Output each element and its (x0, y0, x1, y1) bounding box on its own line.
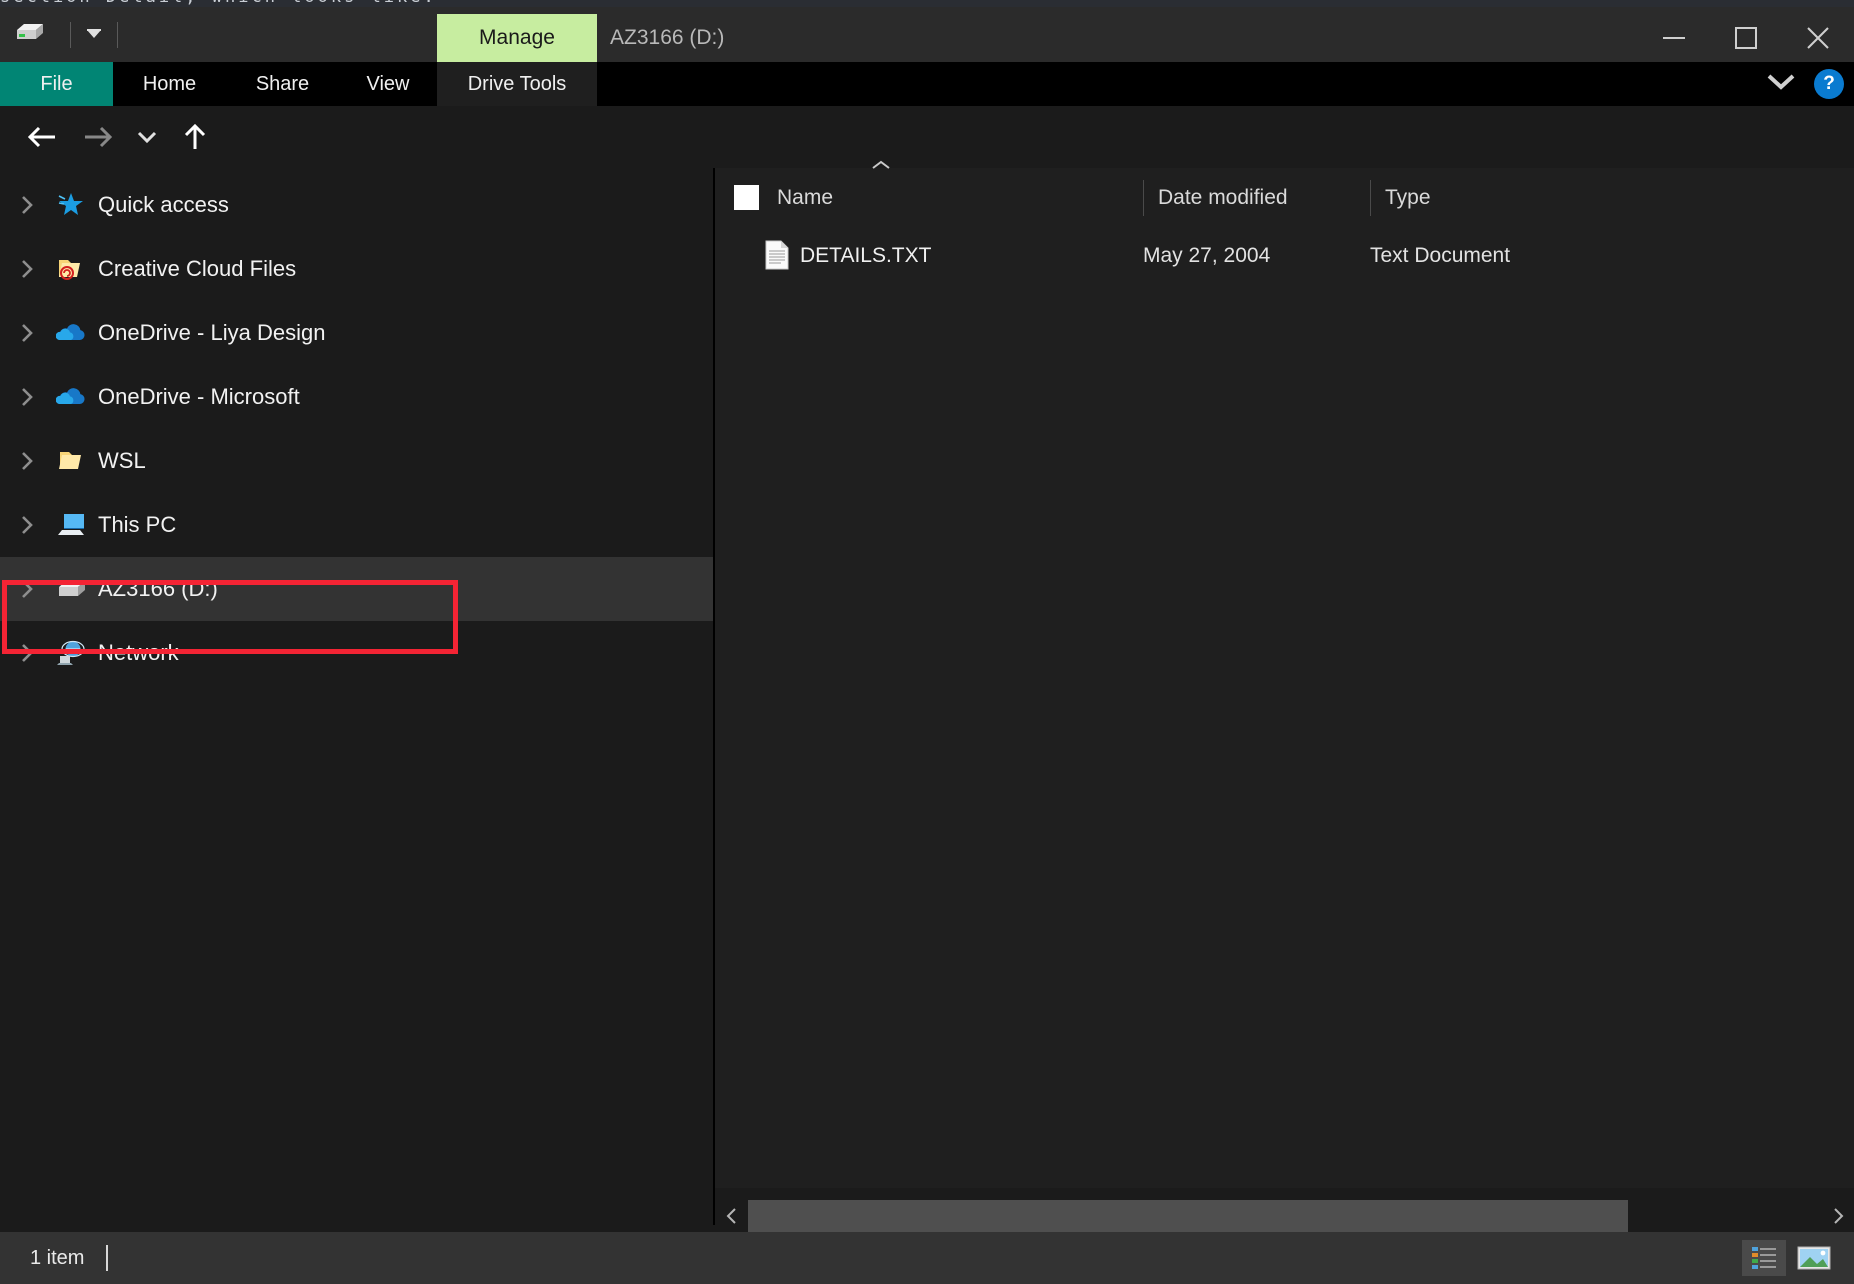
network-icon (52, 640, 90, 666)
sidebar-item-label: This PC (98, 512, 177, 537)
folder-icon (52, 448, 90, 474)
up-button[interactable] (173, 106, 217, 168)
column-header-type[interactable]: Type (1370, 180, 1431, 216)
tab-drive-tools[interactable]: Drive Tools (437, 62, 597, 106)
contextual-tab-label: Manage (479, 26, 555, 49)
chevron-right-icon[interactable] (0, 451, 52, 471)
select-all-checkbox[interactable] (734, 185, 759, 210)
status-separator (106, 1245, 109, 1271)
star-icon (52, 191, 90, 219)
recent-locations-button[interactable] (130, 106, 164, 168)
column-header-name[interactable]: Name (777, 168, 833, 228)
background-window-text-strip: section Detail, which looks like: (0, 0, 1854, 7)
sidebar-item-label: Creative Cloud Files (98, 256, 297, 281)
onedrive-cloud-icon (52, 323, 90, 343)
drive-icon (52, 578, 90, 600)
title-bar: Manage AZ3166 (D:) (0, 7, 1854, 62)
column-header-date-modified[interactable]: Date modified (1143, 180, 1288, 216)
chevron-right-icon[interactable] (0, 323, 52, 343)
contextual-tab-manage[interactable]: Manage (437, 14, 597, 62)
navigation-pane: Quick access Creative Cloud Files OneDri… (0, 168, 713, 1225)
scrollbar-track[interactable] (748, 1200, 1821, 1232)
sidebar-item-creative-cloud-files[interactable]: Creative Cloud Files (0, 237, 713, 301)
item-count-label: 1 item (30, 1246, 85, 1269)
sidebar-item-network[interactable]: Network (0, 621, 713, 685)
chevron-left-icon[interactable] (715, 1200, 748, 1232)
tab-home[interactable]: Home (113, 62, 226, 106)
tab-file-label: File (40, 72, 73, 95)
maximize-button[interactable] (1710, 14, 1782, 62)
chevron-right-icon[interactable] (0, 387, 52, 407)
window-controls (1638, 14, 1854, 62)
qat-separator (70, 21, 71, 48)
sidebar-item-quick-access[interactable]: Quick access (0, 173, 713, 237)
sidebar-item-onedrive-microsoft[interactable]: OneDrive - Microsoft (0, 365, 713, 429)
tab-share[interactable]: Share (226, 62, 339, 106)
chevron-right-icon[interactable] (0, 515, 52, 535)
sidebar-item-this-pc[interactable]: This PC (0, 493, 713, 557)
file-explorer-window: section Detail, which looks like: (0, 0, 1854, 1284)
column-headers: Name Date modified Type (715, 160, 1854, 228)
sidebar-item-label: OneDrive - Liya Design (98, 320, 326, 345)
table-row[interactable]: DETAILS.TXT May 27, 2004 Text Document (715, 228, 1854, 284)
back-button[interactable] (20, 106, 64, 168)
ribbon-right-controls: ? (1766, 62, 1844, 106)
background-text: section Detail, which looks like: (0, 0, 437, 7)
details-view-icon[interactable] (1742, 1240, 1786, 1276)
status-bar: 1 item (0, 1232, 1854, 1284)
sidebar-item-label: OneDrive - Microsoft (98, 384, 300, 409)
drive-icon[interactable] (14, 21, 44, 48)
quick-access-toolbar (0, 7, 132, 62)
chevron-down-icon[interactable] (85, 7, 103, 62)
help-label: ? (1823, 73, 1835, 94)
minimize-button[interactable] (1638, 14, 1710, 62)
forward-button[interactable] (76, 106, 120, 168)
sidebar-item-wsl[interactable]: WSL (0, 429, 713, 493)
view-mode-buttons (1742, 1232, 1836, 1284)
scrollbar-thumb[interactable] (748, 1200, 1628, 1232)
horizontal-scrollbar[interactable] (715, 1200, 1854, 1232)
tab-view[interactable]: View (339, 62, 437, 106)
chevron-right-icon[interactable] (0, 195, 52, 215)
column-header-type-label: Type (1385, 186, 1431, 209)
navigation-bar: › AZ3166 (D:) (0, 106, 1854, 267)
file-list-pane: Name Date modified Type DETAILS.TXT May … (715, 160, 1854, 1188)
close-button[interactable] (1782, 14, 1854, 62)
ribbon-tab-strip: File Home Share View Drive Tools ? (0, 62, 1854, 106)
sidebar-item-az3166-d[interactable]: AZ3166 (D:) (0, 557, 713, 621)
large-icons-view-icon[interactable] (1792, 1240, 1836, 1276)
sidebar-item-label: WSL (98, 448, 146, 473)
file-date-modified: May 27, 2004 (1143, 244, 1271, 267)
file-name[interactable]: DETAILS.TXT (800, 228, 931, 284)
tab-view-label: View (366, 72, 410, 95)
sidebar-item-label: Network (98, 640, 179, 665)
tab-file[interactable]: File (0, 62, 113, 106)
qat-separator-2 (117, 21, 118, 48)
sort-ascending-icon (870, 158, 892, 176)
chevron-down-icon[interactable] (1766, 73, 1796, 96)
folder-creativecloud-icon (52, 256, 90, 282)
chevron-right-icon[interactable] (0, 643, 52, 663)
this-pc-icon (52, 512, 90, 538)
sidebar-item-label: AZ3166 (D:) (98, 576, 218, 601)
chevron-right-icon[interactable] (0, 259, 52, 279)
sidebar-item-label: Quick access (98, 192, 229, 217)
chevron-right-icon[interactable] (0, 579, 52, 599)
window-title-label: AZ3166 (D:) (610, 26, 725, 49)
window-title: AZ3166 (D:) (610, 14, 724, 62)
sidebar-item-onedrive-liya-design[interactable]: OneDrive - Liya Design (0, 301, 713, 365)
file-type: Text Document (1370, 244, 1511, 267)
column-header-date-label: Date modified (1158, 186, 1288, 209)
tab-home-label: Home (142, 72, 197, 95)
chevron-right-icon[interactable] (1821, 1200, 1854, 1232)
column-header-name-label: Name (777, 186, 834, 209)
onedrive-cloud-icon (52, 387, 90, 407)
help-button[interactable]: ? (1814, 69, 1844, 99)
text-file-icon (765, 240, 789, 275)
tab-share-label: Share (255, 72, 310, 95)
tab-drive-tools-label: Drive Tools (467, 72, 567, 95)
